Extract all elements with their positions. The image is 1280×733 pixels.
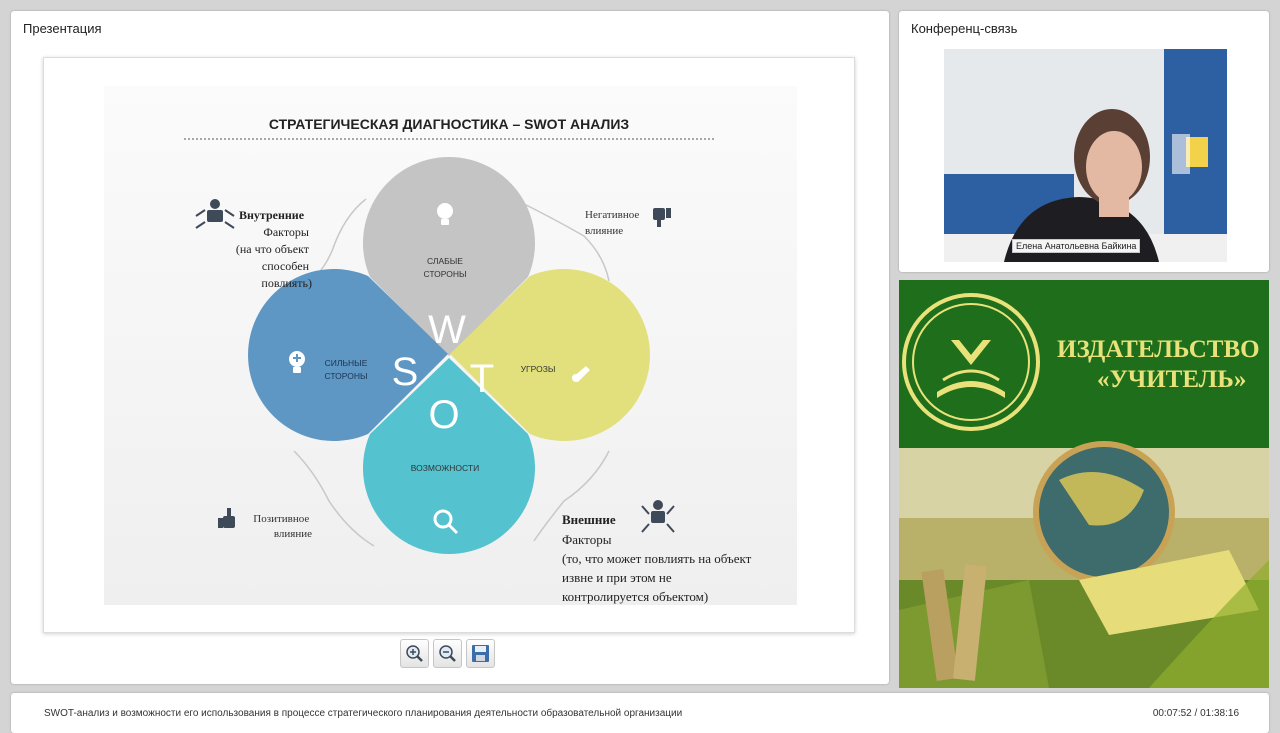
video-frame (944, 49, 1227, 262)
conference-panel-title: Конференц-связь (911, 21, 1018, 36)
conference-panel: Конференц-связь Елена Анатольевна Байкин… (899, 11, 1269, 272)
zoom-in-button[interactable] (400, 639, 429, 668)
external-factors-icon (641, 500, 675, 533)
publisher-name-line2: «УЧИТЕЛЬ» (1097, 366, 1247, 393)
save-button[interactable] (466, 639, 495, 668)
negative-influence-text: Негативное влияние (585, 209, 642, 237)
publisher-banner: ИЗДАТЕЛЬСТВО «УЧИТЕЛЬ» (899, 280, 1269, 688)
zoom-in-icon (406, 645, 423, 662)
slide-content: СТРАТЕГИЧЕСКАЯ ДИАГНОСТИКА – SWOT АНАЛИЗ… (104, 86, 797, 605)
positive-influence-text: Позитивное влияние (253, 513, 312, 540)
floppy-disk-icon (472, 645, 489, 662)
zoom-out-button[interactable] (433, 639, 462, 668)
playback-time: 00:07:52 / 01:38:16 (1152, 708, 1239, 719)
letter-s: S (392, 350, 419, 394)
thumbs-up-icon (218, 508, 235, 528)
threats-label: УГРОЗЫ (521, 364, 556, 374)
opportunities-label: ВОЗМОЖНОСТИ (411, 463, 479, 473)
slide: СТРАТЕГИЧЕСКАЯ ДИАГНОСТИКА – SWOT АНАЛИЗ… (43, 57, 855, 633)
footer-bar: SWOT-анализ и возможности его использова… (11, 693, 1269, 733)
presentation-panel-title: Презентация (23, 21, 102, 36)
letter-w: W (428, 308, 466, 352)
webcam-video[interactable]: Елена Анатольевна Байкина (944, 49, 1227, 262)
lecture-title: SWOT-анализ и возможности его использова… (44, 708, 683, 719)
slide-title: СТРАТЕГИЧЕСКАЯ ДИАГНОСТИКА – SWOT АНАЛИЗ (269, 116, 630, 132)
speaker-name-label: Елена Анатольевна Байкина (1012, 239, 1141, 253)
letter-t: T (470, 357, 494, 401)
swot-diagram: СТРАТЕГИЧЕСКАЯ ДИАГНОСТИКА – SWOT АНАЛИЗ… (184, 116, 755, 604)
zoom-out-icon (439, 645, 456, 662)
bracket-arc-external (533, 450, 610, 542)
thumbs-down-icon (653, 208, 671, 227)
external-factors-text: Внешние Факторы (то, что может повлиять … (562, 512, 755, 604)
publisher-name-line1: ИЗДАТЕЛЬСТВО (1057, 336, 1260, 363)
letter-o: O (428, 393, 459, 437)
internal-factors-icon (195, 199, 235, 229)
presentation-panel: Презентация СТРАТЕГИЧЕСКАЯ ДИАГНОСТИКА –… (11, 11, 889, 684)
internal-factors-text: Внутренние Факторы (на что объект способ… (236, 208, 312, 290)
